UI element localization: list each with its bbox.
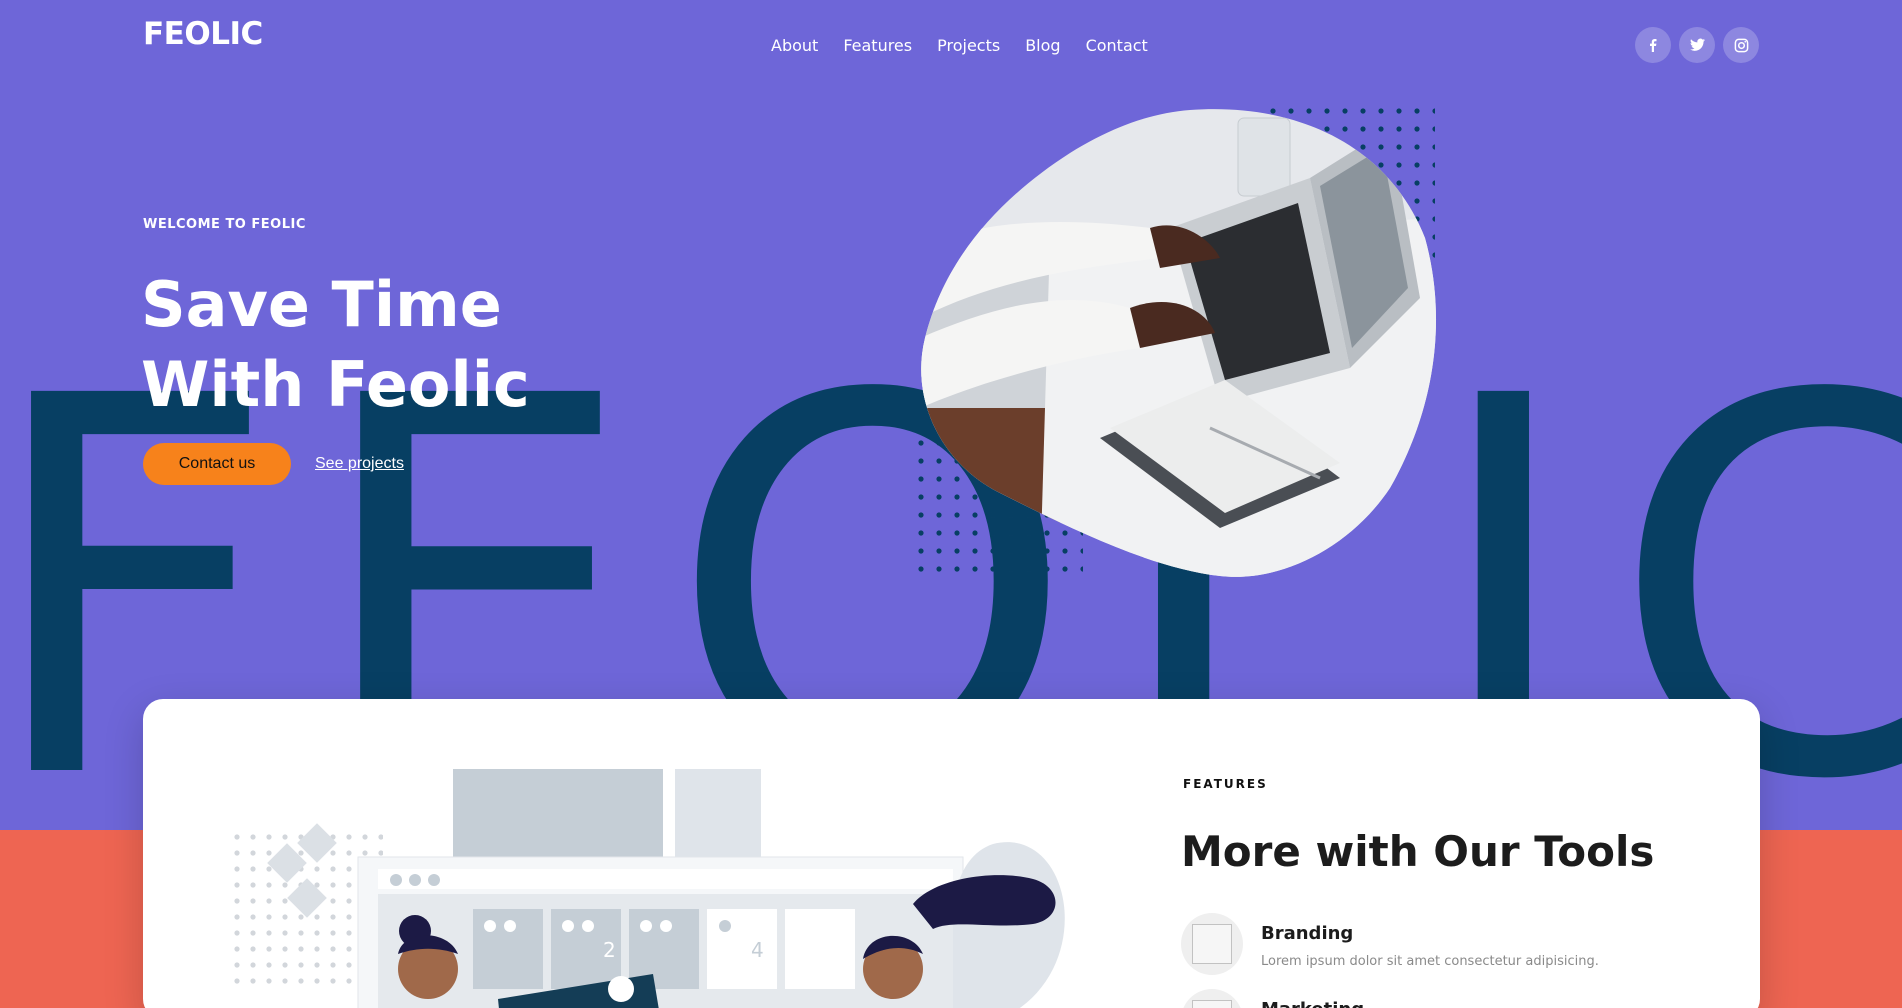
hero-eyebrow: WELCOME TO FEOLIC bbox=[143, 217, 306, 232]
twitter-icon[interactable] bbox=[1679, 27, 1715, 63]
broken-image-icon bbox=[1192, 924, 1232, 964]
nav-projects[interactable]: Projects bbox=[937, 36, 1000, 55]
feature-name: Marketing bbox=[1261, 999, 1364, 1008]
main-nav: About Features Projects Blog Contact bbox=[771, 36, 1148, 55]
social-links bbox=[1635, 27, 1759, 63]
nav-contact[interactable]: Contact bbox=[1086, 36, 1148, 55]
team-calendar-illustration: 2 4 bbox=[233, 769, 1065, 1008]
features-title: More with Our Tools bbox=[1181, 827, 1655, 876]
features-card: 2 4 FEATURES More with Our Tools Brandin… bbox=[143, 699, 1760, 1008]
hero-title-line1: Save Time bbox=[141, 268, 502, 341]
instagram-icon[interactable] bbox=[1723, 27, 1759, 63]
feature-desc: Lorem ipsum dolor sit amet consectetur a… bbox=[1261, 954, 1599, 969]
nav-features[interactable]: Features bbox=[843, 36, 912, 55]
broken-image-icon bbox=[1192, 1000, 1232, 1008]
nav-about[interactable]: About bbox=[771, 36, 818, 55]
hero-title-line2: With Feolic bbox=[141, 348, 530, 421]
hero-title: Save Time With Feolic bbox=[141, 265, 530, 425]
logo[interactable]: FEOLIC bbox=[143, 16, 263, 52]
feature-text: Branding Lorem ipsum dolor sit amet cons… bbox=[1261, 913, 1599, 975]
marketing-icon bbox=[1181, 989, 1243, 1008]
calendar-number: 2 bbox=[603, 938, 616, 962]
feature-item: Branding Lorem ipsum dolor sit amet cons… bbox=[1181, 913, 1599, 975]
see-projects-link[interactable]: See projects bbox=[315, 455, 404, 473]
feature-name: Branding bbox=[1261, 923, 1354, 944]
hero-photo-laptop bbox=[921, 109, 1437, 577]
features-label: FEATURES bbox=[1183, 777, 1268, 791]
contact-us-button[interactable]: Contact us bbox=[143, 443, 291, 485]
branding-icon bbox=[1181, 913, 1243, 975]
calendar-number: 4 bbox=[751, 938, 764, 962]
nav-blog[interactable]: Blog bbox=[1025, 36, 1060, 55]
feature-text: Marketing bbox=[1261, 989, 1364, 1008]
feature-item: Marketing bbox=[1181, 989, 1364, 1008]
facebook-icon[interactable] bbox=[1635, 27, 1671, 63]
